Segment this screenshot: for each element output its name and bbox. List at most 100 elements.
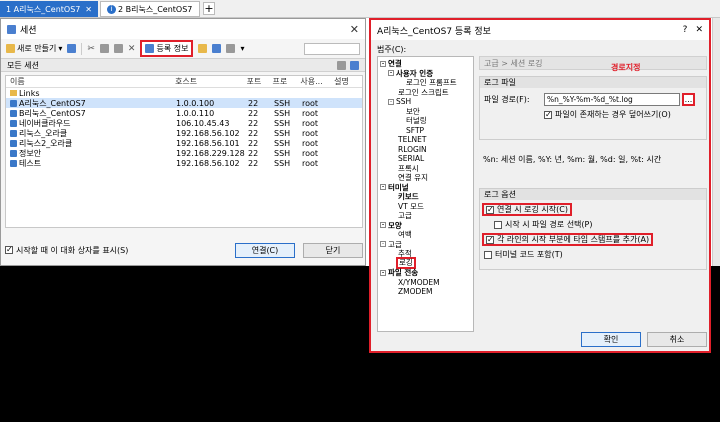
group-title: 로그 옵션 bbox=[480, 189, 706, 200]
session-icon bbox=[10, 159, 17, 167]
tree-item[interactable]: SERIAL bbox=[378, 154, 473, 164]
session-list: 이름 호스트 포트 프로 사용... 설명 Links A리눅스_CentOS7… bbox=[5, 75, 363, 228]
column-name[interactable]: 이름 bbox=[6, 76, 175, 87]
tree-item[interactable]: ZMODEM bbox=[378, 287, 473, 297]
tree-item[interactable]: TELNET bbox=[378, 135, 473, 145]
close-icon[interactable]: ✕ bbox=[350, 23, 359, 36]
overwrite-label: 파일이 존재하는 경우 덮어쓰기(O) bbox=[555, 110, 671, 119]
tree-item[interactable]: RLOGIN bbox=[378, 145, 473, 155]
session-user: root bbox=[302, 108, 319, 118]
dialog-title: A리눅스_CentOS7 등록 정보 bbox=[377, 26, 491, 37]
tree-item[interactable]: VT 모드 bbox=[378, 202, 473, 212]
start-logging-checkbox[interactable] bbox=[486, 205, 494, 214]
tree-item[interactable]: 키보드 bbox=[378, 192, 473, 202]
delete-icon[interactable]: ✕ bbox=[128, 44, 136, 54]
session-user: root bbox=[302, 98, 319, 108]
tree-item[interactable]: - 파일 전송 bbox=[378, 268, 473, 278]
chevron-down-icon[interactable]: ▾ bbox=[240, 44, 244, 53]
copy-icon[interactable] bbox=[99, 44, 109, 53]
session-protocol: SSH bbox=[274, 128, 291, 138]
session-row[interactable]: 네이버클라우드 106.10.45.43 22 SSH root bbox=[6, 118, 362, 128]
session-row[interactable]: 테스트 192.168.56.102 22 SSH root bbox=[6, 158, 362, 168]
column-user[interactable]: 사용... bbox=[300, 76, 334, 87]
session-host: 192.168.56.101 bbox=[176, 138, 240, 148]
divider bbox=[81, 42, 83, 55]
breadcrumb: 고급 > 세션 로깅 bbox=[479, 56, 707, 70]
all-sessions-header: 모든 세션 bbox=[1, 59, 365, 72]
session-host: 192.168.229.128 bbox=[176, 148, 245, 158]
session-icon bbox=[10, 129, 17, 137]
close-icon[interactable]: ✕ bbox=[85, 5, 92, 14]
column-protocol[interactable]: 프로 bbox=[273, 76, 301, 87]
session-row[interactable]: 리눅스_오라클 192.168.56.102 22 SSH root bbox=[6, 128, 362, 138]
session-name: 테스트 bbox=[19, 158, 42, 168]
close-button[interactable]: 닫기 bbox=[303, 242, 363, 258]
session-footer: 시작할 때 이 대화 상자를 표시(S) 연결(C) 닫기 bbox=[5, 241, 363, 259]
new-tab-button[interactable]: + bbox=[203, 2, 215, 15]
timestamp-checkbox[interactable] bbox=[486, 235, 494, 244]
session-port: 22 bbox=[248, 148, 259, 158]
tab-b-linux[interactable]: i 2 B리눅스_CentOS7 bbox=[100, 1, 200, 17]
tree-item[interactable]: - 터미널 bbox=[378, 183, 473, 193]
help-icon[interactable]: ? bbox=[683, 25, 688, 35]
tree-item[interactable]: 터널링 bbox=[378, 116, 473, 126]
cut-icon[interactable]: ✂ bbox=[87, 44, 95, 54]
session-icon bbox=[10, 139, 17, 147]
file-path-label: 파일 경로(F): bbox=[484, 95, 530, 104]
search-input[interactable] bbox=[304, 42, 360, 55]
tab-a-linux[interactable]: 1 A리눅스_CentOS7 ✕ bbox=[0, 1, 98, 17]
session-row[interactable]: B리눅스_CentOS7 1.0.0.110 22 SSH root bbox=[6, 108, 362, 118]
path-annotation: 경로지정 bbox=[611, 63, 641, 72]
session-row[interactable]: 리눅스2_오라클 192.168.56.101 22 SSH root bbox=[6, 138, 362, 148]
tree-item[interactable]: 추적 bbox=[378, 249, 473, 259]
connect-button[interactable]: 연결(C) bbox=[235, 242, 295, 258]
new-session-button[interactable]: 새로 만들기 ▾ bbox=[6, 43, 62, 54]
session-user: root bbox=[302, 148, 319, 158]
session-protocol: SSH bbox=[274, 98, 291, 108]
close-icon[interactable]: ✕ bbox=[695, 25, 703, 35]
view-icon[interactable] bbox=[226, 44, 236, 53]
folder-icon[interactable] bbox=[198, 44, 208, 53]
session-host: 192.168.56.102 bbox=[176, 128, 240, 138]
session-row[interactable]: Links bbox=[6, 88, 362, 98]
properties-icon bbox=[145, 44, 155, 53]
chevron-down-icon: ▾ bbox=[58, 44, 63, 53]
session-link-icon[interactable] bbox=[67, 44, 77, 53]
file-path-input[interactable]: %n_%Y-%m-%d_%t.log bbox=[544, 93, 680, 106]
terminal-scrollbar[interactable] bbox=[712, 18, 720, 266]
session-user: root bbox=[302, 138, 319, 148]
tree-item[interactable]: 로그인 스크립트 bbox=[378, 88, 473, 98]
tab-label: 2 B리눅스_CentOS7 bbox=[118, 4, 193, 14]
layout-icon[interactable] bbox=[212, 44, 222, 53]
session-view-icon[interactable] bbox=[350, 60, 359, 70]
tree-item[interactable]: X/YMODEM bbox=[378, 278, 473, 288]
paste-icon[interactable] bbox=[113, 44, 123, 53]
timestamp-option[interactable]: 각 라인의 시작 부분에 타임 스탬프를 추가(A) bbox=[482, 233, 654, 246]
cancel-button[interactable]: 취소 bbox=[647, 331, 707, 347]
session-icon bbox=[7, 24, 16, 34]
overwrite-checkbox[interactable] bbox=[544, 110, 552, 119]
all-sessions-label: 모든 세션 bbox=[7, 60, 39, 70]
session-list-header: 이름 호스트 포트 프로 사용... 설명 bbox=[6, 76, 362, 88]
tree-item[interactable]: - 모양 bbox=[378, 221, 473, 231]
terminal-code-checkbox[interactable] bbox=[484, 250, 492, 259]
start-logging-option[interactable]: 연결 시 로깅 시작(C) bbox=[482, 203, 572, 216]
new-folder-icon bbox=[6, 44, 15, 53]
log-options-group: 로그 옵션 연결 시 로깅 시작(C) 시작 시 파일 경로 선택(P) 각 라… bbox=[479, 188, 707, 270]
browse-button[interactable]: ... bbox=[682, 93, 695, 106]
column-port[interactable]: 포트 bbox=[247, 76, 273, 87]
properties-button[interactable]: 등록 정보 bbox=[140, 40, 194, 57]
column-description[interactable]: 설명 bbox=[334, 76, 362, 87]
ok-button[interactable]: 확인 bbox=[581, 331, 641, 347]
tab-bar: 1 A리눅스_CentOS7 ✕ i 2 B리눅스_CentOS7 + bbox=[0, 0, 720, 18]
show-on-start-checkbox[interactable] bbox=[5, 245, 13, 254]
select-path-checkbox[interactable] bbox=[494, 220, 502, 229]
tree-item[interactable]: - 고급 bbox=[378, 240, 473, 250]
tree-item[interactable]: SFTP bbox=[378, 126, 473, 136]
session-row[interactable]: 정보안 192.168.229.128 22 SSH root bbox=[6, 148, 362, 158]
tree-item[interactable]: - SSH bbox=[378, 97, 473, 107]
refresh-icon[interactable] bbox=[337, 60, 346, 70]
session-row[interactable]: A리눅스_CentOS7 1.0.0.100 22 SSH root bbox=[6, 98, 362, 108]
session-host: 1.0.0.100 bbox=[176, 98, 215, 108]
column-host[interactable]: 호스트 bbox=[175, 76, 247, 87]
